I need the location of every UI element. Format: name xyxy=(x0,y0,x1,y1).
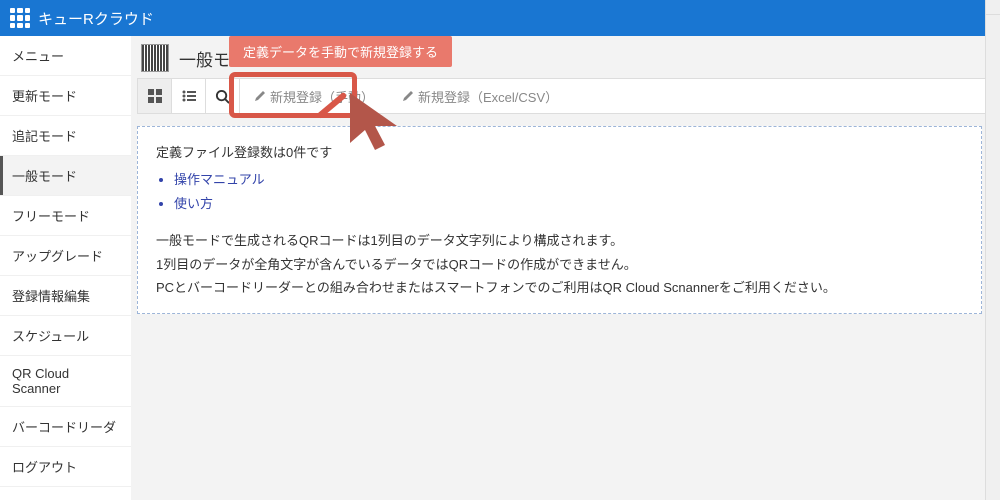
new-csv-label: 新規登録（Excel/CSV） xyxy=(418,87,558,106)
info-body-2: 1列目のデータが全角文字が含んでいるデータではQRコードの作成ができません。 xyxy=(156,253,963,276)
vertical-scrollbar[interactable] xyxy=(985,0,1000,500)
page-title: 一般モ xyxy=(179,46,230,71)
list-icon xyxy=(182,89,196,103)
info-link-list: 操作マニュアル 使い方 xyxy=(174,168,963,215)
barcode-icon xyxy=(141,44,169,72)
sidebar-item-free-mode[interactable]: フリーモード xyxy=(0,196,131,236)
sidebar-item-logout[interactable]: ログアウト xyxy=(0,447,131,487)
info-body-1: 一般モードで生成されるQRコードは1列目のデータ文字列により構成されます。 xyxy=(156,229,963,252)
info-box: 定義ファイル登録数は0件です 操作マニュアル 使い方 一般モードで生成されるQR… xyxy=(137,126,982,314)
apps-grid-icon[interactable] xyxy=(10,8,30,28)
search-icon xyxy=(215,89,230,104)
sidebar-item-schedule[interactable]: スケジュール xyxy=(0,316,131,356)
sidebar-item-menu[interactable]: メニュー xyxy=(0,36,131,76)
sidebar-item-barcode-reader[interactable]: バーコードリーダ xyxy=(0,407,131,447)
info-count: 定義ファイル登録数は0件です xyxy=(156,141,963,164)
view-list-button[interactable] xyxy=(172,79,206,113)
main-panel: 一般モ 新規登録（手動） 新規登録（Excel/CSV） 定義ファイル登録数は0… xyxy=(131,36,1000,500)
info-body-3: PCとバーコードリーダーとの組み合わせまたはスマートフォンでのご利用はQR Cl… xyxy=(156,276,963,299)
view-grid-button[interactable] xyxy=(138,79,172,113)
app-title: キューRクラウド xyxy=(38,8,154,29)
sidebar-item-general-mode[interactable]: 一般モード xyxy=(0,156,131,196)
tooltip: 定義データを手動で新規登録する xyxy=(229,36,452,67)
toolbar: 新規登録（手動） 新規登録（Excel/CSV） xyxy=(137,78,992,114)
grid-icon xyxy=(148,89,162,103)
sidebar-item-qr-cloud-scanner[interactable]: QR Cloud Scanner xyxy=(0,356,131,407)
sidebar-item-account-edit[interactable]: 登録情報編集 xyxy=(0,276,131,316)
sidebar-item-upgrade[interactable]: アップグレード xyxy=(0,236,131,276)
info-link-manual[interactable]: 操作マニュアル xyxy=(174,168,963,191)
sidebar: メニュー 更新モード 追記モード 一般モード フリーモード アップグレード 登録… xyxy=(0,36,131,500)
info-link-usage[interactable]: 使い方 xyxy=(174,192,963,215)
cursor-arrow-icon xyxy=(345,88,425,171)
sidebar-item-update-mode[interactable]: 更新モード xyxy=(0,76,131,116)
pencil-icon xyxy=(254,90,266,102)
sidebar-item-append-mode[interactable]: 追記モード xyxy=(0,116,131,156)
search-button[interactable] xyxy=(206,79,240,113)
topbar: キューRクラウド xyxy=(0,0,1000,36)
